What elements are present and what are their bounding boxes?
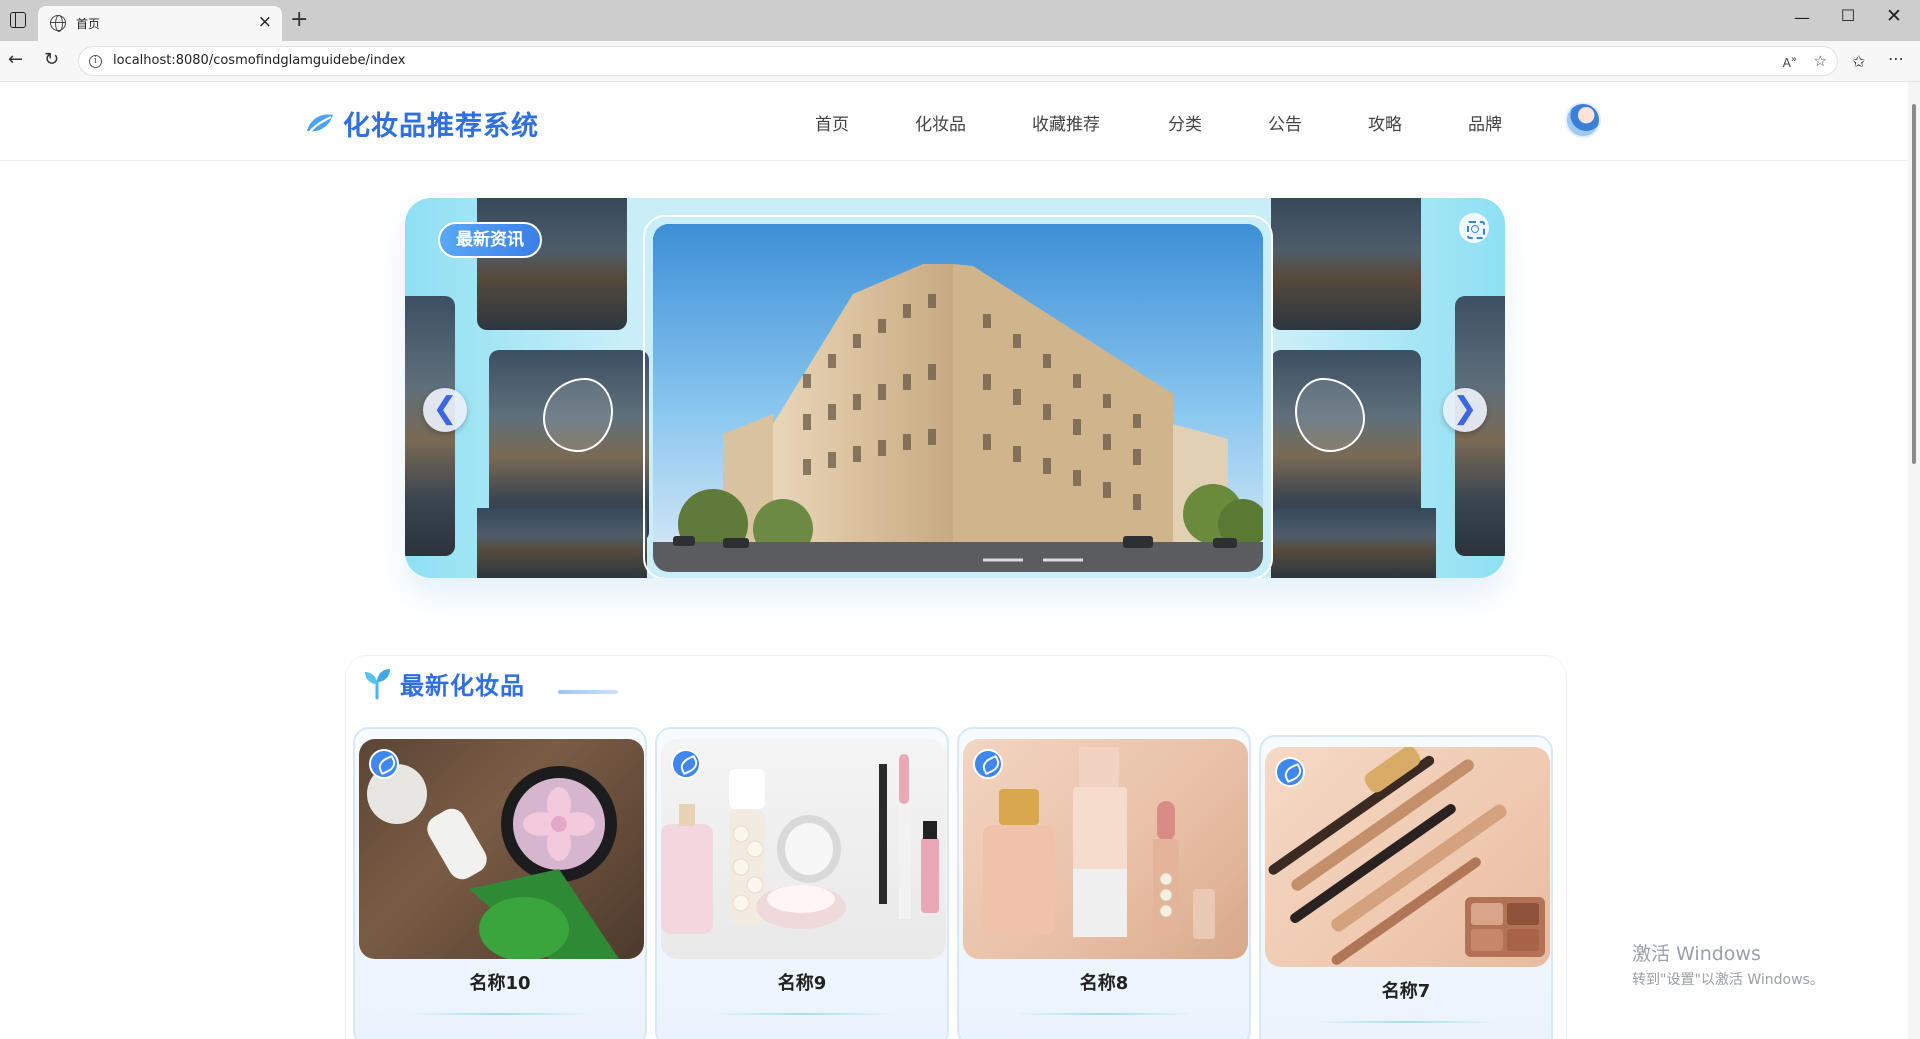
read-aloud-icon[interactable]: A» bbox=[1783, 54, 1797, 70]
product-card[interactable]: 名称10 bbox=[353, 727, 647, 1039]
tab-title: 首页 bbox=[76, 17, 101, 31]
carousel-next-button[interactable]: ❯ bbox=[1443, 388, 1487, 432]
leaf-badge-icon bbox=[671, 749, 701, 779]
sprout-icon bbox=[365, 668, 390, 699]
more-menu-icon[interactable]: ⋯ bbox=[1888, 49, 1904, 68]
card-divider bbox=[1019, 1013, 1189, 1015]
url-text[interactable]: localhost:8080/cosmofindglamguidebe/inde… bbox=[113, 53, 405, 68]
leaf-badge-icon bbox=[369, 749, 399, 779]
fullscreen-icon[interactable] bbox=[1459, 213, 1489, 243]
sidebar-toggle-icon[interactable] bbox=[10, 12, 26, 28]
leaf-badge-icon bbox=[973, 749, 1003, 779]
browser-tab[interactable]: 首页 × bbox=[38, 6, 282, 41]
web-page: 化妆品推荐系统 首页 化妆品 收藏推荐 分类 公告 攻略 品牌 最新资讯 ❮ ❯… bbox=[0, 82, 1908, 1039]
minimize-icon[interactable]: — bbox=[1792, 8, 1812, 27]
nav-category[interactable]: 分类 bbox=[1168, 110, 1202, 135]
makeup-brushes-palette-photo bbox=[1268, 747, 1545, 965]
windows-activation-watermark: 激活 Windows 转到"设置"以激活 Windows。 bbox=[1632, 939, 1824, 989]
card-divider bbox=[1321, 1021, 1491, 1023]
page-scrollbar[interactable] bbox=[1908, 82, 1920, 1039]
globe-icon bbox=[50, 15, 66, 32]
latest-news-badge[interactable]: 最新资讯 bbox=[438, 222, 542, 258]
card-image[interactable] bbox=[359, 739, 644, 959]
nav-favorites-recommend[interactable]: 收藏推荐 bbox=[1032, 110, 1100, 135]
watermark-subtitle: 转到"设置"以激活 Windows。 bbox=[1632, 972, 1824, 988]
right-top-slide[interactable] bbox=[1271, 198, 1421, 330]
brand-name: 化妆品推荐系统 bbox=[343, 111, 539, 142]
favorites-icon[interactable]: ✩ bbox=[1852, 52, 1865, 71]
left-top-slide[interactable] bbox=[477, 198, 627, 330]
favorite-star-icon[interactable]: ☆ bbox=[1814, 52, 1827, 70]
nav-home[interactable]: 首页 bbox=[815, 110, 849, 135]
perfume-foundation-lipstick-photo bbox=[983, 747, 1215, 939]
card-divider bbox=[717, 1013, 887, 1015]
new-tab-button[interactable]: + bbox=[290, 7, 308, 33]
address-bar[interactable]: i localhost:8080/cosmofindglamguidebe/in… bbox=[78, 46, 1838, 76]
news-carousel: 最新资讯 ❮ ❯ bbox=[405, 198, 1505, 578]
card-image[interactable] bbox=[661, 739, 946, 959]
reload-icon[interactable]: ↻ bbox=[44, 49, 59, 70]
perfume-pearls-compact-photo bbox=[661, 754, 939, 934]
site-info-icon[interactable]: i bbox=[89, 55, 102, 68]
user-avatar[interactable] bbox=[1565, 102, 1601, 138]
maximize-icon[interactable]: ☐ bbox=[1838, 6, 1858, 25]
product-card[interactable]: 名称8 bbox=[957, 727, 1251, 1039]
card-image[interactable] bbox=[1265, 747, 1550, 967]
card-image[interactable] bbox=[963, 739, 1248, 959]
scrollbar-thumb[interactable] bbox=[1912, 104, 1916, 464]
tab-close-icon[interactable]: × bbox=[258, 12, 272, 32]
eyeshadow-serum-photo bbox=[367, 764, 619, 959]
browser-titlebar: 首页 × + — ☐ ✕ bbox=[0, 0, 1920, 41]
carousel-prev-button[interactable]: ❮ bbox=[423, 388, 467, 432]
title-underline bbox=[558, 690, 618, 694]
nav-guide[interactable]: 攻略 bbox=[1368, 110, 1402, 135]
site-header: 化妆品推荐系统 首页 化妆品 收藏推荐 分类 公告 攻略 品牌 bbox=[0, 82, 1908, 161]
nav-announcement[interactable]: 公告 bbox=[1268, 110, 1302, 135]
building-photo bbox=[653, 224, 1263, 572]
card-title[interactable]: 名称8 bbox=[959, 969, 1249, 995]
nav-brand[interactable]: 品牌 bbox=[1468, 110, 1502, 135]
leaf-logo-icon bbox=[307, 114, 333, 134]
card-title[interactable]: 名称9 bbox=[657, 969, 947, 995]
right-bottom-fade bbox=[1271, 508, 1436, 578]
left-bottom-fade bbox=[477, 508, 647, 578]
brand-logo[interactable]: 化妆品推荐系统 bbox=[305, 104, 539, 143]
close-window-icon[interactable]: ✕ bbox=[1884, 5, 1904, 27]
card-divider bbox=[415, 1013, 585, 1015]
section-header: 最新化妆品 bbox=[362, 666, 525, 701]
section-title: 最新化妆品 bbox=[400, 672, 525, 700]
back-icon[interactable]: ← bbox=[8, 49, 23, 70]
active-slide-photo[interactable] bbox=[653, 224, 1263, 572]
nav-cosmetics[interactable]: 化妆品 bbox=[915, 110, 966, 135]
address-bar-row: ← ↻ i localhost:8080/cosmofindglamguideb… bbox=[0, 41, 1920, 82]
product-card[interactable]: 名称9 bbox=[655, 727, 949, 1039]
leaf-badge-icon bbox=[1275, 757, 1305, 787]
card-title[interactable]: 名称7 bbox=[1261, 977, 1551, 1003]
card-title[interactable]: 名称10 bbox=[355, 969, 645, 995]
watermark-title: 激活 Windows bbox=[1632, 943, 1761, 965]
product-card[interactable]: 名称7 bbox=[1259, 735, 1553, 1039]
